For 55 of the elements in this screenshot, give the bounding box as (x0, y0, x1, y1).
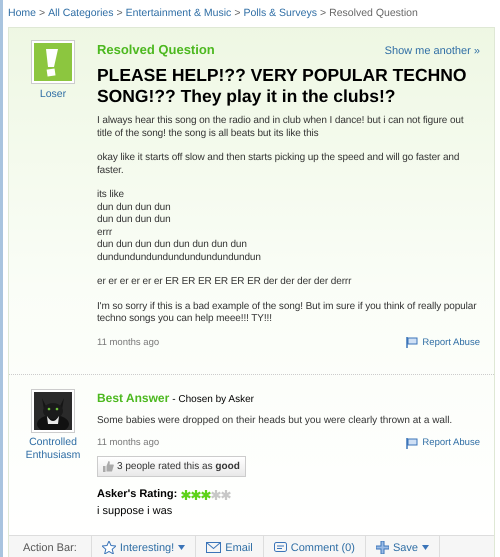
avatar-image[interactable] (31, 389, 75, 433)
question-text: errr (97, 226, 114, 240)
exclamation-icon (34, 42, 72, 81)
question-text: dun dun dun dun dun dun dun dun (97, 239, 248, 252)
caret-icon (178, 545, 186, 550)
breadcrumb-separator: > (234, 6, 240, 21)
flag-icon (406, 337, 418, 348)
action-button[interactable]: Save (366, 536, 440, 557)
best-answer-heading: Best Answer (97, 390, 170, 407)
answerer-name[interactable]: Controlled Enthusiasm (13, 436, 93, 461)
plus-icon (376, 541, 389, 554)
breadcrumb-separator: > (116, 6, 123, 21)
breadcrumb-link[interactable]: All Categories (48, 6, 114, 22)
rating-button[interactable]: 3 people rated this as good (97, 456, 246, 478)
show-another-link[interactable]: Show me another » (384, 42, 480, 60)
rating-star (221, 490, 232, 500)
rating-star (211, 490, 222, 500)
breadcrumb-link[interactable]: Polls & Surveys (243, 6, 317, 22)
chosen-by-label: - Chosen by Asker (172, 393, 254, 407)
action-button[interactable]: Interesting! (92, 536, 196, 557)
star-icon (102, 541, 116, 554)
action-button[interactable]: Comment (0) (264, 536, 366, 557)
question-text: dun dun dun dun (97, 214, 172, 227)
action-bar-label: Action Bar: (9, 536, 92, 557)
rating-star (191, 490, 202, 500)
breadcrumb-separator: > (320, 6, 326, 21)
breadcrumb-current: Resolved Question (329, 6, 418, 21)
rating-label: Asker's Rating: (97, 487, 178, 502)
breadcrumb-separator: > (39, 6, 46, 21)
question-text: its like (97, 189, 125, 202)
question-text: okay like it starts off slow and then starts picking up the speed and will go faster and faster. (97, 152, 460, 178)
timestamp: 11 months ago (97, 436, 160, 450)
rating-star (181, 490, 192, 500)
comment-icon (274, 542, 287, 554)
report-abuse-link[interactable]: Report Abuse (406, 436, 480, 450)
rating-comment: i suppose i was (97, 504, 174, 519)
report-abuse-link[interactable]: Report Abuse (406, 336, 480, 350)
question-text: I always hear this song on the radio and in club when I dance! but i can not figure out title of the song! the song is all beats but its like this (97, 115, 465, 140)
timestamp: 11 months ago (97, 336, 160, 350)
envelope-icon (206, 542, 222, 554)
question-text: I'm so sorry if this is a bad example of the song! But im sure if you think of really popular techno songs you can help meee!!! TY!!! (97, 300, 478, 326)
question-text: dun dun dun dun (97, 202, 172, 214)
question-text: dundundundundundundundundundun (97, 252, 262, 264)
thumbs-up-icon (103, 461, 114, 472)
caret-icon (422, 545, 430, 550)
flag-icon (406, 438, 418, 449)
question-title: PLEASE HELP!?? VERY POPULAR TECHNO SONG!?? They play it in the clubs!? (97, 65, 468, 108)
breadcrumb-link[interactable]: Home (8, 6, 36, 22)
answer-text: Some babies were dropped on their heads but you were clearly thrown at a wall. (97, 414, 454, 428)
asker-name[interactable]: Loser (40, 86, 66, 102)
question-text: er er er er er er ER ER ER ER ER ER der der der der derrr (97, 276, 352, 289)
status-heading: Resolved Question (97, 40, 215, 59)
rating-star (201, 490, 212, 500)
breadcrumb-link[interactable]: Entertainment & Music (126, 6, 232, 22)
action-button[interactable]: Email (196, 536, 264, 557)
